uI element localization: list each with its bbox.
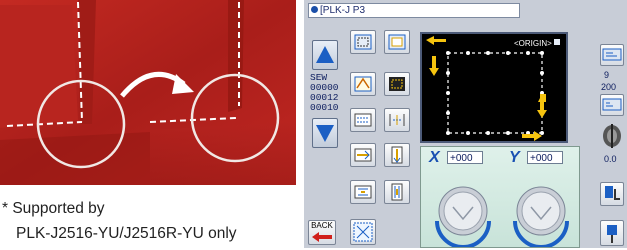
stitch-pattern-icon: [354, 113, 372, 127]
pattern-button-9[interactable]: [384, 108, 410, 132]
pattern-preview-graphic: <ORIGIN>: [426, 36, 560, 141]
presser-foot-button[interactable]: [600, 182, 624, 206]
y-adjust-knob[interactable]: [509, 175, 573, 247]
pattern-button-5[interactable]: [350, 180, 376, 204]
low-speed-icon: [602, 98, 622, 111]
pattern-button-1[interactable]: [350, 30, 376, 54]
status-dot-icon: [311, 6, 318, 13]
scroll-down-icon: [316, 125, 334, 142]
y-axis-label: Y: [509, 149, 520, 166]
stitch-pattern-icon: [391, 146, 403, 164]
stitch-pattern-icon: [389, 114, 405, 126]
panel-title: [PLK-J P3: [320, 5, 366, 16]
back-label: BACK: [311, 221, 333, 230]
counter-value: 00010: [310, 102, 339, 113]
needle-button[interactable]: [600, 220, 624, 246]
stitch-pattern-icon: [354, 34, 372, 50]
needle-icon: [607, 225, 617, 243]
high-speed-button[interactable]: [600, 44, 624, 66]
support-note-line2: PLK-J2516-YU/J2516R-YU only: [16, 225, 237, 242]
pattern-button-8[interactable]: [384, 72, 410, 96]
stitch-pattern-icon: [391, 183, 403, 201]
stitch-pattern-icon: [389, 77, 405, 91]
pattern-button-11[interactable]: [384, 180, 410, 204]
control-panel: [PLK-J P3 SEW 00000 00012 00010 BACK <OR…: [304, 0, 627, 248]
title-bar: [PLK-J P3: [308, 3, 520, 18]
back-icon: [312, 232, 332, 242]
x-adjust-knob[interactable]: [431, 175, 495, 247]
stitch-counter: SEW 00000 00012 00010: [310, 73, 340, 113]
stitch-pattern-icon: [354, 185, 372, 199]
pattern-button-3[interactable]: [350, 108, 376, 132]
scroll-down-button[interactable]: [312, 118, 338, 148]
thread-spool-icon: [603, 124, 621, 148]
stitch-pattern-icon: [388, 34, 406, 50]
pattern-button-2[interactable]: [350, 72, 376, 96]
stitch-pattern-icon: [353, 222, 373, 242]
pattern-button-7[interactable]: [384, 30, 410, 54]
position-adjust-panel: X +000 Y +000: [420, 146, 580, 248]
back-button[interactable]: BACK: [308, 220, 336, 245]
pattern-button-10[interactable]: [384, 143, 410, 167]
pattern-preview-screen: <ORIGIN>: [420, 32, 568, 143]
x-axis-label: X: [429, 149, 440, 166]
high-speed-icon: [602, 48, 622, 61]
stitch-comparison-photo: [0, 0, 296, 185]
speed-value: 9: [604, 70, 610, 80]
tension-value: 0.0: [604, 154, 617, 164]
support-note-line1: * Supported by: [2, 200, 105, 217]
support-note: * Supported by PLK-J2516-YU/J2516R-YU on…: [2, 196, 296, 246]
pattern-button-6[interactable]: [350, 219, 376, 245]
thread-tension-indicator: [599, 122, 625, 152]
stitch-pattern-icon: [354, 76, 372, 92]
speed-value: 200: [601, 82, 617, 92]
screen-label: <ORIGIN>: [514, 39, 552, 48]
scroll-up-button[interactable]: [312, 40, 338, 70]
scroll-up-icon: [316, 46, 334, 63]
stitch-pattern-icon: [354, 148, 372, 162]
low-speed-button[interactable]: [600, 94, 624, 116]
pattern-button-4[interactable]: [350, 143, 376, 167]
y-value-field[interactable]: +000: [527, 151, 563, 164]
fabric-illustration: [0, 0, 296, 185]
presser-foot-icon: [605, 186, 620, 200]
x-value-field[interactable]: +000: [447, 151, 483, 164]
